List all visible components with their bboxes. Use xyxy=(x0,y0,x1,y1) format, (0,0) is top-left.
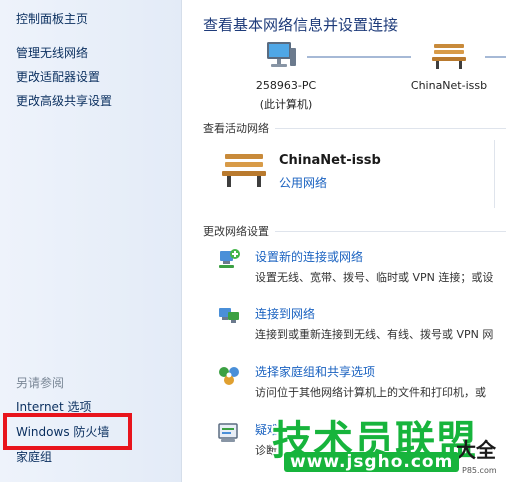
watermark-small-text: P85.com xyxy=(462,466,497,475)
homegroup-link[interactable]: 家庭组 xyxy=(16,448,52,465)
network-type-link[interactable]: 公用网络 xyxy=(279,174,327,191)
page-title: 查看基本网络信息并设置连接 xyxy=(203,16,399,34)
vertical-divider xyxy=(494,140,495,208)
computer-name: 258963-PC xyxy=(255,79,317,92)
left-nav-pane: 控制面板主页 管理无线网络 更改适配器设置 更改高级共享设置 另请参阅 Inte… xyxy=(0,0,182,482)
computer-icon[interactable] xyxy=(263,40,299,72)
red-highlight-box xyxy=(3,413,132,450)
section-divider xyxy=(275,128,506,129)
change-settings-heading: 更改网络设置 xyxy=(203,225,269,238)
network-map: 258963-PC (此计算机) ChinaNet-issb xyxy=(183,40,506,116)
active-network-name: ChinaNet-issb xyxy=(279,153,381,168)
connect-network-link[interactable]: 连接到网络 xyxy=(255,305,315,322)
network-name: ChinaNet-issb xyxy=(410,79,488,92)
map-connector-line-right xyxy=(485,56,506,58)
change-adapter-link[interactable]: 更改适配器设置 xyxy=(16,68,100,85)
homegroup-icon xyxy=(219,367,239,385)
watermark-side-text: 大全 xyxy=(456,438,496,462)
network-setup-icon xyxy=(219,249,240,268)
homegroup-sharing-link[interactable]: 选择家庭组和共享选项 xyxy=(255,363,375,380)
troubleshoot-icon xyxy=(218,423,238,442)
computer-sublabel: (此计算机) xyxy=(259,98,313,111)
section-divider xyxy=(275,231,506,232)
change-sharing-link[interactable]: 更改高级共享设置 xyxy=(16,92,112,109)
setup-connection-desc: 设置无线、宽带、拨号、临时或 VPN 连接；或设 xyxy=(255,271,494,284)
map-connector-line xyxy=(307,56,411,58)
public-network-bench-icon[interactable] xyxy=(431,42,467,70)
connect-network-desc: 连接到或重新连接到无线、有线、拨号或 VPN 网 xyxy=(255,328,494,341)
see-also-heading: 另请参阅 xyxy=(16,376,65,390)
watermark-url: www.jsgho.com xyxy=(284,452,460,472)
manage-wireless-link[interactable]: 管理无线网络 xyxy=(16,44,88,61)
control-panel-home-link[interactable]: 控制面板主页 xyxy=(16,10,88,27)
homegroup-sharing-desc: 访问位于其他网络计算机上的文件和打印机，或 xyxy=(255,386,486,399)
setup-connection-link[interactable]: 设置新的连接或网络 xyxy=(255,248,363,265)
connect-network-icon xyxy=(219,308,239,323)
active-networks-heading: 查看活动网络 xyxy=(203,122,269,135)
active-network-bench-icon xyxy=(222,154,266,187)
